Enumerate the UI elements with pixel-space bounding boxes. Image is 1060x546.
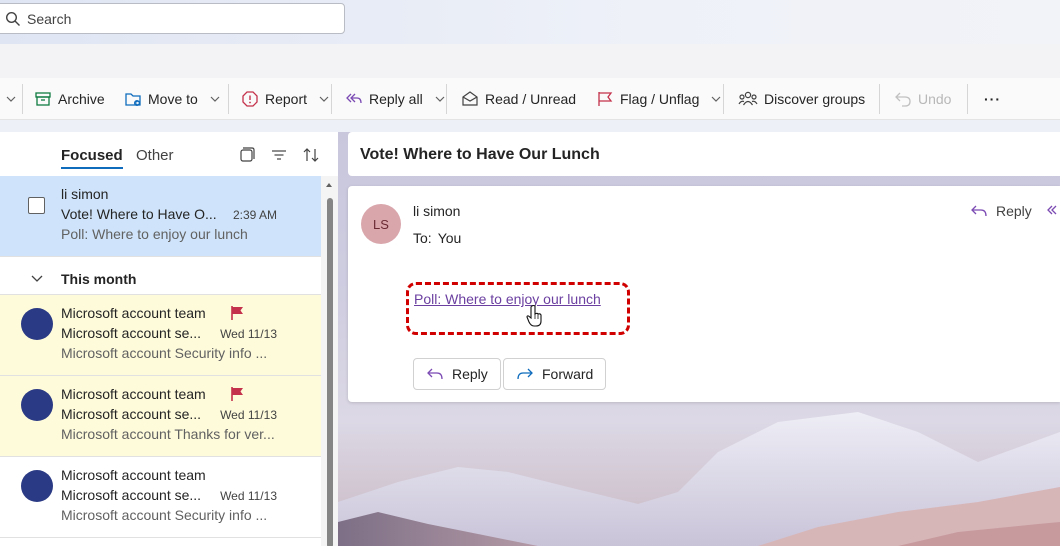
reply-all-icon[interactable] [1046,203,1060,219]
chevron-down-icon [319,96,329,102]
list-item-selected[interactable]: li simon Vote! Where to Have O... 2:39 A… [0,176,321,257]
filter-icon[interactable] [270,146,288,164]
shield-report-icon [242,91,258,107]
message-date: Wed 11/13 [220,327,277,341]
message-preview: Microsoft account Security info ... [61,507,268,523]
scroll-up-arrow-icon[interactable] [326,183,332,187]
reply-icon [427,368,443,380]
more-icon: ··· [984,91,1001,107]
more-options-button[interactable]: ··· [984,78,1001,120]
avatar [21,389,53,421]
message-preview: Microsoft account Security info ... [61,345,268,361]
forward-button[interactable]: Forward [503,358,607,390]
report-label: Report [265,91,308,107]
scrollbar-thumb[interactable] [327,198,333,546]
move-to-label: Move to [148,91,198,107]
ribbon-tabs-strip [0,44,1060,78]
move-to-button[interactable]: Move to [124,78,220,120]
avatar [21,470,53,502]
search-input[interactable]: Search [27,11,71,27]
avatar[interactable]: LS [361,204,401,244]
header-reply-button[interactable]: Reply [970,203,1032,219]
read-unread-label: Read / Unread [485,91,577,107]
forward-button-label: Forward [542,366,594,382]
list-tabs: Focused Other [0,132,338,176]
recipients-line: To: You [413,230,461,246]
list-item[interactable]: Microsoft account team Microsoft account… [0,457,321,538]
sender-name[interactable]: li simon [413,203,460,219]
flag-icon [598,92,613,106]
flag-unflag-label: Flag / Unflag [620,91,700,107]
select-all-icon[interactable] [238,146,256,164]
message-card: LS li simon To: You Reply Poll: Where to … [348,186,1060,402]
message-time: 2:39 AM [232,208,277,222]
highlight-annotation-box [406,282,630,335]
chevron-down-icon [711,96,721,102]
folder-move-icon [125,93,141,106]
envelope-open-icon [462,91,478,106]
reply-button-label: Reply [452,366,488,382]
avatar [21,308,53,340]
reply-button[interactable]: Reply [413,358,501,390]
message-preview: Poll: Where to enjoy our lunch [61,226,248,242]
ribbon-toolbar: Archive Move to Report Reply all Read / … [0,78,1060,120]
hand-cursor-icon [526,304,542,327]
message-subject: Microsoft account se... [61,487,202,503]
message-sender: Microsoft account team [61,305,206,321]
people-group-icon [738,91,758,106]
reading-subject: Vote! Where to Have Our Lunch [360,146,600,163]
message-preview: Microsoft account Thanks for ver... [61,426,275,442]
archive-label: Archive [58,91,105,107]
message-sender: Microsoft account team [61,467,206,483]
chevron-down-icon [31,275,43,282]
undo-button[interactable]: Undo [894,78,951,120]
discover-groups-label: Discover groups [764,91,866,107]
message-list: Focused Other li simon Vote! Where to Ha… [0,132,338,546]
chevron-down-icon[interactable] [6,94,16,104]
report-button[interactable]: Report [241,78,329,120]
archive-button[interactable]: Archive [34,78,105,120]
row-checkbox[interactable] [28,197,45,214]
message-subject: Vote! Where to Have O... [61,206,217,222]
list-item[interactable]: Microsoft account team Microsoft account… [0,295,321,376]
message-sender: Microsoft account team [61,386,206,402]
message-sender: li simon [61,186,109,202]
header-reply-label: Reply [996,203,1032,219]
undo-label: Undo [918,91,952,107]
list-item[interactable]: Microsoft account team Microsoft account… [0,376,321,457]
forward-icon [517,368,533,380]
undo-icon [895,92,911,107]
reading-subject-bar: Vote! Where to Have Our Lunch [348,132,1060,176]
chevron-down-icon [435,96,445,102]
to-label: To: [413,230,432,246]
sort-icon[interactable] [302,146,320,164]
flag-unflag-button[interactable]: Flag / Unflag [596,78,721,120]
tab-other[interactable]: Other [136,147,174,164]
message-subject: Microsoft account se... [61,325,202,341]
reply-all-icon [346,93,362,104]
group-header-this-month[interactable]: This month [0,263,321,295]
flag-icon[interactable] [229,386,245,402]
reply-all-label: Reply all [369,91,423,107]
list-scrollbar[interactable] [321,176,338,546]
search-icon [5,11,20,26]
reply-all-button[interactable]: Reply all [345,78,445,120]
to-value[interactable]: You [438,230,462,246]
chevron-down-icon [210,96,220,102]
tab-focused[interactable]: Focused [61,147,123,169]
top-bar: Search [0,0,1060,44]
discover-groups-button[interactable]: Discover groups [738,78,865,120]
message-date: Wed 11/13 [220,408,277,422]
read-unread-button[interactable]: Read / Unread [461,78,576,120]
message-date: Wed 11/13 [220,489,277,503]
reply-icon [971,205,987,217]
message-subject: Microsoft account se... [61,406,202,422]
search-box[interactable]: Search [0,3,345,34]
group-label: This month [61,271,137,287]
archive-icon [35,92,51,106]
flag-icon[interactable] [229,305,245,321]
avatar-initials: LS [373,216,389,232]
